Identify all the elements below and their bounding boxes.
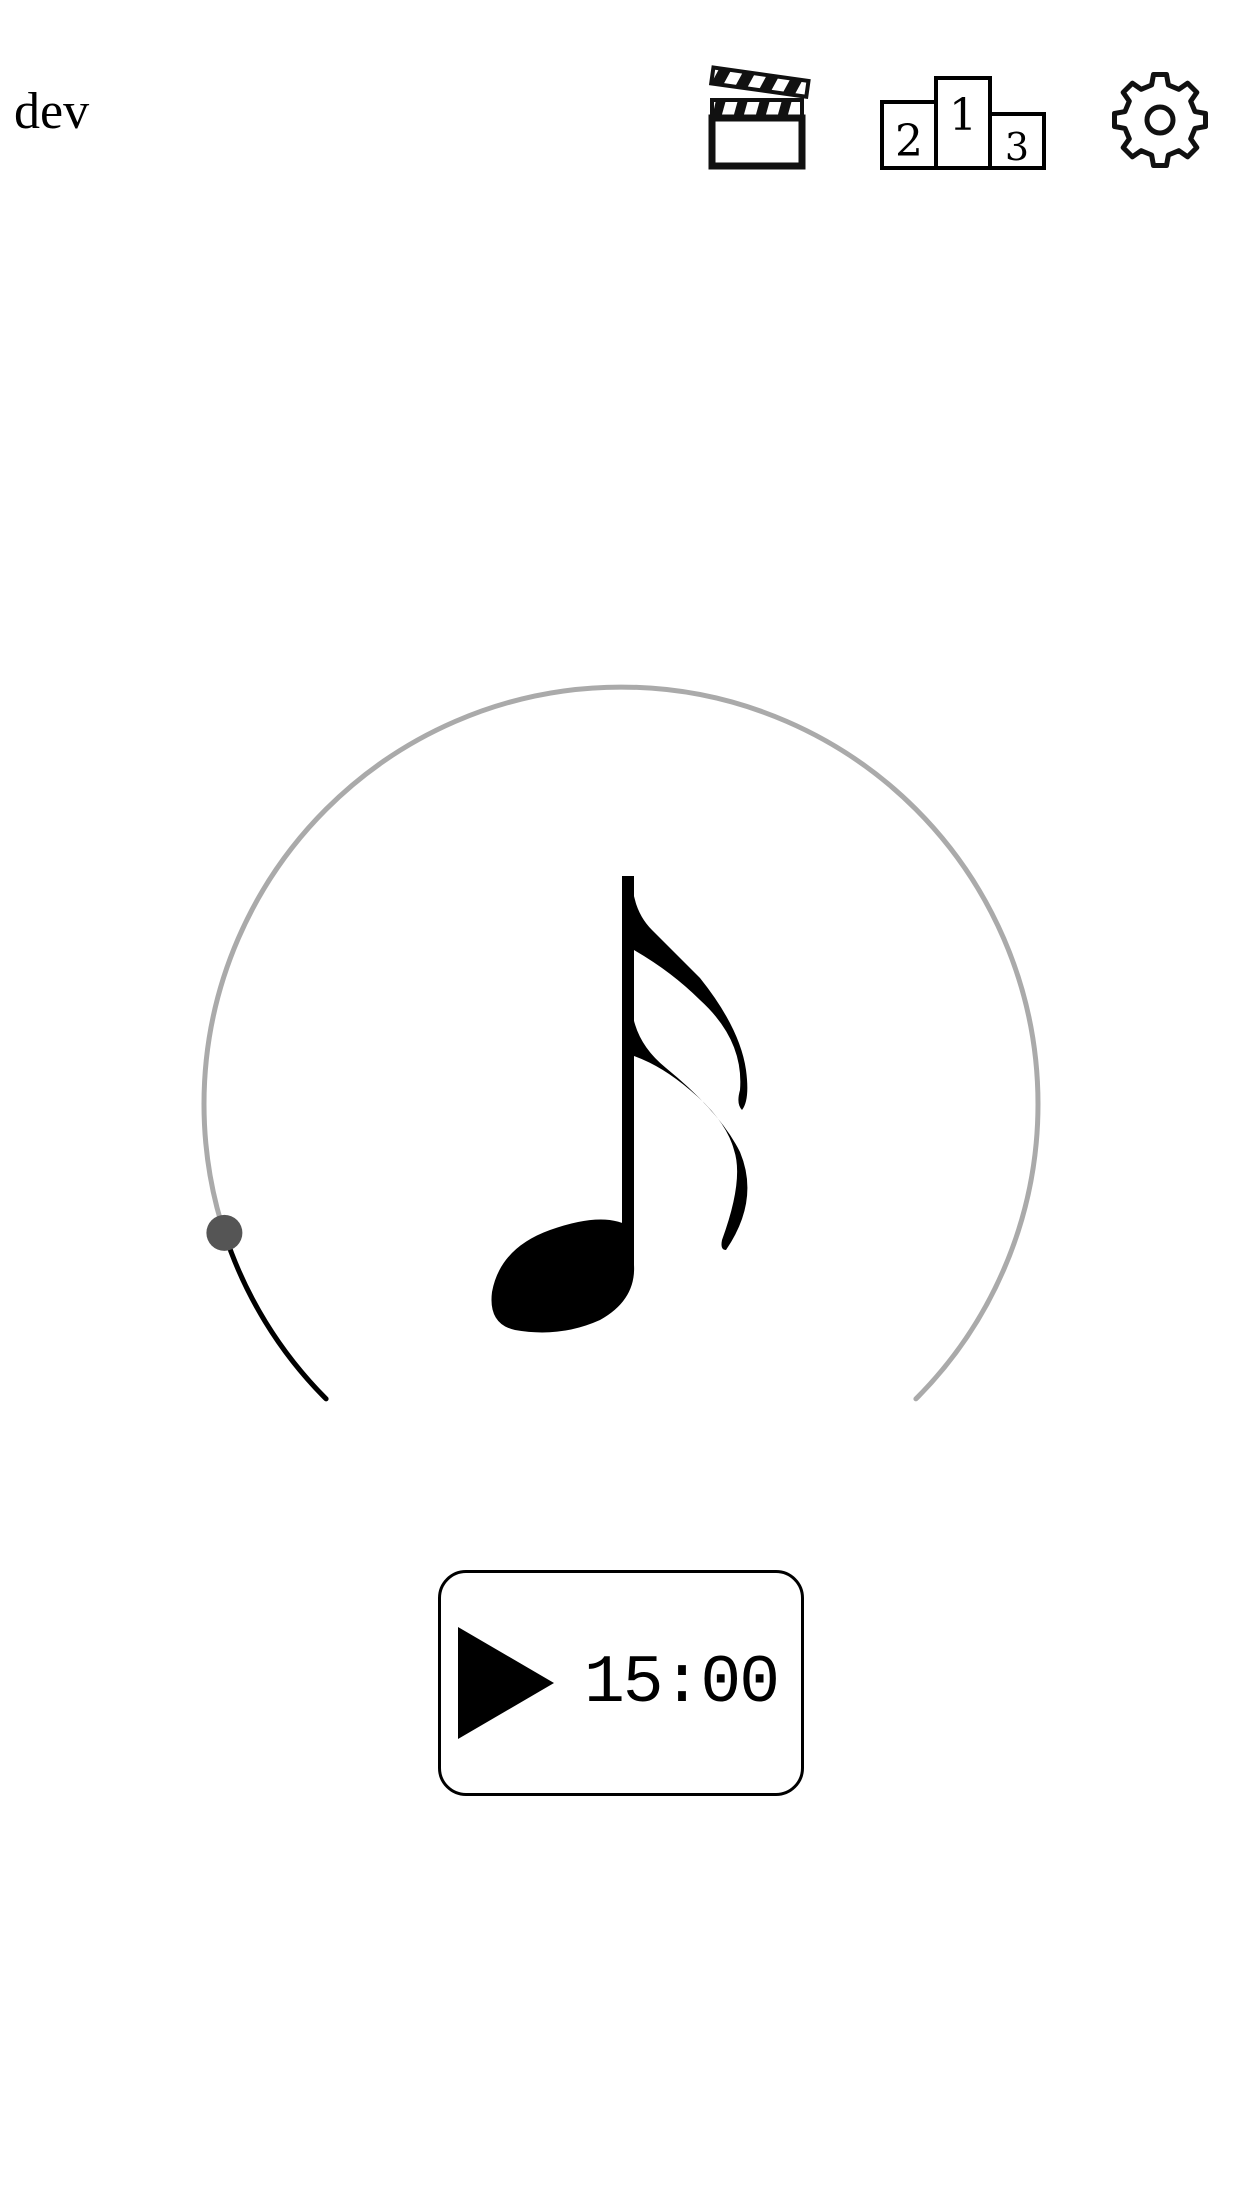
dial-progress-arc — [221, 1230, 329, 1402]
dial-knob[interactable] — [206, 1214, 243, 1251]
play-timer-button[interactable]: 15:00 — [438, 1570, 804, 1796]
timer-duration-label: 15:00 — [584, 1644, 780, 1722]
play-icon — [458, 1627, 554, 1739]
sixteenth-note-icon — [491, 876, 748, 1333]
volume-dial[interactable] — [0, 0, 1242, 2208]
